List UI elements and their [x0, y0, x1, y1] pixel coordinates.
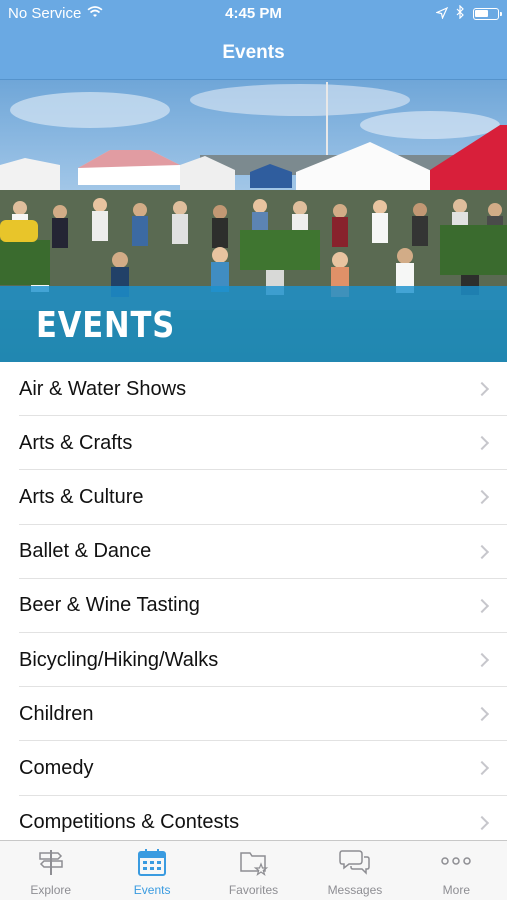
page-title: Events	[222, 42, 285, 63]
chevron-right-icon	[474, 436, 490, 451]
chevron-right-icon	[474, 490, 490, 505]
list-item-label: Children	[19, 702, 94, 725]
list-item-beer-wine-tasting[interactable]: Beer & Wine Tasting	[0, 579, 507, 634]
list-item-air-water-shows[interactable]: Air & Water Shows	[0, 362, 507, 417]
status-time: 4:45 PM	[225, 5, 282, 22]
category-list: Air & Water Shows Arts & Crafts Arts & C…	[0, 362, 507, 850]
nav-bar: Events	[0, 28, 507, 80]
battery-icon	[473, 8, 502, 20]
chevron-right-icon	[474, 761, 490, 776]
tab-label: More	[442, 883, 470, 897]
list-item-label: Arts & Culture	[19, 485, 144, 508]
list-item-label: Competitions & Contests	[19, 811, 240, 834]
status-right	[435, 4, 502, 23]
more-dots-icon	[440, 847, 472, 880]
list-item-ballet-dance[interactable]: Ballet & Dance	[0, 525, 507, 579]
list-item-children[interactable]: Children	[0, 687, 507, 742]
tab-more[interactable]: More	[406, 841, 507, 900]
tab-explore[interactable]: Explore	[0, 841, 101, 900]
list-item-bicycling-hiking-walks[interactable]: Bicycling/Hiking/Walks	[0, 633, 507, 688]
chevron-right-icon	[474, 544, 490, 559]
list-item-label: Ballet & Dance	[19, 540, 152, 563]
tab-label: Explore	[30, 883, 72, 897]
tab-messages[interactable]: Messages	[304, 841, 405, 900]
signpost-icon	[36, 847, 66, 880]
chat-bubbles-icon	[339, 847, 371, 880]
chevron-right-icon	[474, 598, 490, 613]
folder-star-icon	[239, 847, 269, 880]
tab-label: Favorites	[228, 883, 279, 897]
list-item-arts-crafts[interactable]: Arts & Crafts	[0, 416, 507, 471]
tab-bar: Explore Events Favorites Messages More	[0, 840, 507, 900]
list-item-label: Air & Water Shows	[19, 377, 187, 400]
tab-events[interactable]: Events	[101, 841, 202, 900]
status-bar: No Service 4:45 PM	[0, 0, 507, 28]
tab-label: Events	[133, 883, 171, 897]
location-arrow-icon	[435, 6, 449, 23]
list-item-label: Beer & Wine Tasting	[19, 594, 200, 617]
tab-label: Messages	[327, 883, 383, 897]
list-item-comedy[interactable]: Comedy	[0, 741, 507, 796]
list-item-label: Bicycling/Hiking/Walks	[19, 648, 219, 671]
chevron-right-icon	[474, 707, 490, 722]
chevron-right-icon	[474, 815, 490, 830]
list-item-label: Arts & Crafts	[19, 431, 133, 454]
bluetooth-icon	[456, 4, 465, 23]
tab-favorites[interactable]: Favorites	[203, 841, 304, 900]
hero-banner: EVENTS	[0, 80, 507, 362]
hero-title: EVENTS	[36, 305, 176, 346]
list-item-label: Comedy	[19, 756, 94, 779]
calendar-icon	[137, 847, 167, 880]
chevron-right-icon	[474, 652, 490, 668]
chevron-right-icon	[474, 382, 490, 397]
list-item-arts-culture[interactable]: Arts & Culture	[0, 470, 507, 525]
